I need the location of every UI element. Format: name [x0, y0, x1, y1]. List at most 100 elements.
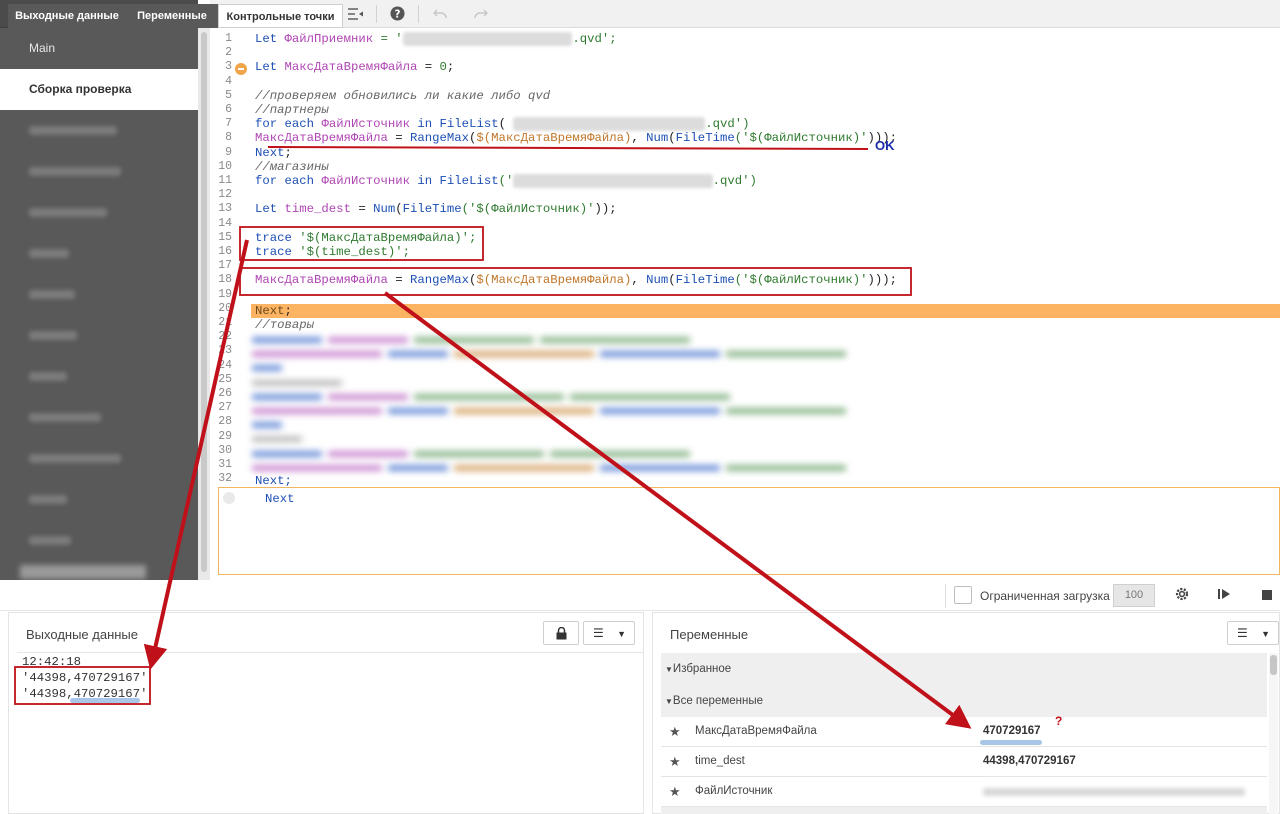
variable-name: time_dest — [695, 755, 745, 767]
code-keyword: for each — [255, 117, 315, 132]
code-line-7[interactable]: for each ФайлИсточник in FileList( xxxxx… — [255, 117, 750, 132]
code-line-10[interactable]: //магазины — [255, 160, 329, 174]
code-keyword: Next — [255, 304, 285, 318]
code-line-9[interactable]: Next; — [255, 146, 292, 160]
group-favorites[interactable]: ▼Избранное — [665, 653, 731, 685]
variable-name: ФайлИсточник — [695, 785, 773, 797]
variables-menu-button[interactable]: ☰ ▼ — [1227, 621, 1279, 645]
variable-row[interactable]: ★ ФайлИсточник — [661, 777, 1267, 807]
code-operator: = — [417, 60, 440, 75]
code-line-15[interactable]: trace '$(МаксДатаВремяФайла)'; — [255, 231, 476, 245]
code-string: '$(time_dest)'; — [291, 245, 410, 259]
sidebar-item-blurred[interactable] — [0, 274, 198, 315]
redacted-path: xxxxxxxxxxxxxxxxxxxxxxx — [402, 32, 573, 46]
undo-icon — [432, 8, 447, 18]
sidebar-item-blurred[interactable] — [0, 479, 198, 520]
code-line-3[interactable]: Let МаксДатаВремяФайла = 0; — [255, 60, 454, 74]
redacted-path: xxxxxxxxxxxxxxxxxxxxxxxxxxx — [513, 174, 713, 188]
svg-text:?: ? — [395, 8, 401, 20]
sidebar-item-blurred[interactable] — [0, 438, 198, 479]
code-line-8[interactable]: МаксДатаВремяФайла = RangeMax ($(МаксДата… — [255, 131, 897, 145]
code-line-1[interactable]: Let ФайлПриемник = 'xxxxxxxxxxxxxxxxxxxx… — [255, 32, 617, 46]
code-line-13[interactable]: Let time_dest = Num(FileTime('$(ФайлИсто… — [255, 202, 617, 216]
caret-down-icon: ▼ — [665, 697, 673, 706]
lock-button[interactable] — [543, 621, 579, 645]
code-line-20[interactable]: Next; — [255, 304, 292, 318]
variables-scroll-thumb[interactable] — [1270, 655, 1277, 675]
code-string: .qvd') — [705, 117, 750, 132]
line-number: 26 — [218, 387, 232, 400]
code-punctuation: , — [631, 131, 647, 146]
menu-icon: ☰ — [1237, 626, 1248, 640]
script-editor[interactable]: 1 2 3 4 5 6 7 8 9 10 11 12 13 14 15 16 17 18 19 20 21 22 23 24 2… — [210, 28, 1280, 488]
output-panel-title: Выходные данные — [26, 627, 139, 642]
code-line-21[interactable]: //товары — [255, 318, 314, 332]
current-line-highlight — [251, 304, 1280, 319]
sidebar-item-blurred[interactable] — [0, 356, 198, 397]
help-button[interactable]: ? — [377, 0, 418, 28]
output-menu-button[interactable]: ☰ ▼ — [583, 621, 635, 645]
redacted-path: xxxxxxxxxxxxxxxxxxxxxxxxxx — [513, 117, 706, 132]
code-line-11[interactable]: for each ФайлИсточник in FileList('xxxxx… — [255, 174, 757, 188]
code-punctuation: , — [631, 273, 647, 288]
limited-load-label: Ограниченная загрузка — [980, 589, 1110, 603]
code-line-16[interactable]: trace '$(time_dest)'; — [255, 245, 410, 259]
sidebar-item-blurred[interactable] — [0, 110, 198, 151]
redo-button[interactable] — [460, 0, 501, 28]
line-number: 15 — [218, 230, 232, 244]
breakpoint-icon[interactable] — [235, 63, 247, 75]
line-number: 22 — [218, 330, 232, 344]
tab-variables[interactable]: Переменные — [126, 4, 218, 28]
menu-icon: ☰ — [593, 626, 604, 640]
tab-output[interactable]: Выходные данные — [8, 4, 126, 28]
sidebar-item-blurred[interactable] — [0, 233, 198, 274]
sidebar-item-blurred[interactable] — [0, 151, 198, 192]
code-line-6[interactable]: //партнеры — [255, 103, 329, 117]
code-line-5[interactable]: //проверяем обновились ли какие либо qvd — [255, 89, 550, 103]
code-line-18[interactable]: МаксДатаВремяФайла = RangeMax ($(МаксДата… — [255, 273, 897, 287]
lock-icon — [556, 626, 566, 640]
variable-row[interactable]: ★ МаксДатаВремяФайла 470729167 — [661, 717, 1267, 747]
line-number: 21 — [218, 316, 232, 329]
limited-load-input[interactable]: 100 — [1113, 584, 1155, 607]
variable-row[interactable]: ★ time_dest 44398,470729167 — [661, 747, 1267, 777]
question-annotation: ? — [1055, 714, 1063, 728]
star-icon[interactable]: ★ — [669, 784, 681, 800]
sidebar-item-blurred[interactable] — [0, 192, 198, 233]
inline-code-panel[interactable]: Next — [218, 487, 1280, 575]
stop-icon — [1262, 590, 1272, 600]
stop-button[interactable] — [1257, 586, 1277, 606]
undo-button[interactable] — [419, 0, 460, 28]
limited-load-checkbox[interactable] — [954, 586, 972, 604]
sidebar-item-main[interactable]: Main — [0, 28, 198, 69]
code-function: Num — [373, 202, 396, 217]
star-icon[interactable]: ★ — [669, 724, 681, 740]
code-operator: = — [387, 131, 410, 146]
code-variable: $(МаксДатаВремяФайла) — [476, 131, 632, 146]
sidebar-item-blurred[interactable] — [0, 397, 198, 438]
breakpoint-icon[interactable] — [223, 492, 235, 504]
code-variable: МаксДатаВремяФайла — [255, 273, 388, 288]
output-line: '44398,470729167' — [22, 671, 148, 685]
code-function: FileTime — [675, 131, 735, 146]
code-punctuation: ( — [498, 117, 506, 132]
line-number: 24 — [218, 358, 232, 372]
code-function: FileList — [439, 117, 499, 132]
group-all-variables[interactable]: ▼Все переменные — [665, 685, 763, 717]
settings-button[interactable] — [1172, 586, 1192, 606]
variables-panel-title: Переменные — [670, 627, 749, 642]
sidebar-scroll-thumb[interactable] — [201, 32, 207, 572]
sidebar-item-blurred[interactable] — [0, 520, 198, 561]
inline-code-text: Next — [265, 492, 295, 506]
tab-breakpoints[interactable]: Контрольные точки — [218, 4, 343, 28]
code-variable: time_dest — [284, 202, 351, 217]
sidebar-item-blurred[interactable] — [0, 315, 198, 356]
code-variable: ФайлИсточник — [321, 174, 410, 188]
variables-scrollbar[interactable] — [1269, 653, 1278, 814]
sidebar-item-active-section[interactable]: Сборка проверка — [0, 69, 198, 110]
star-icon[interactable]: ★ — [669, 754, 681, 770]
step-button[interactable] — [1214, 586, 1234, 606]
line-number: 29 — [218, 429, 232, 443]
code-operator: = — [350, 202, 374, 217]
line-number: 10 — [218, 159, 232, 173]
